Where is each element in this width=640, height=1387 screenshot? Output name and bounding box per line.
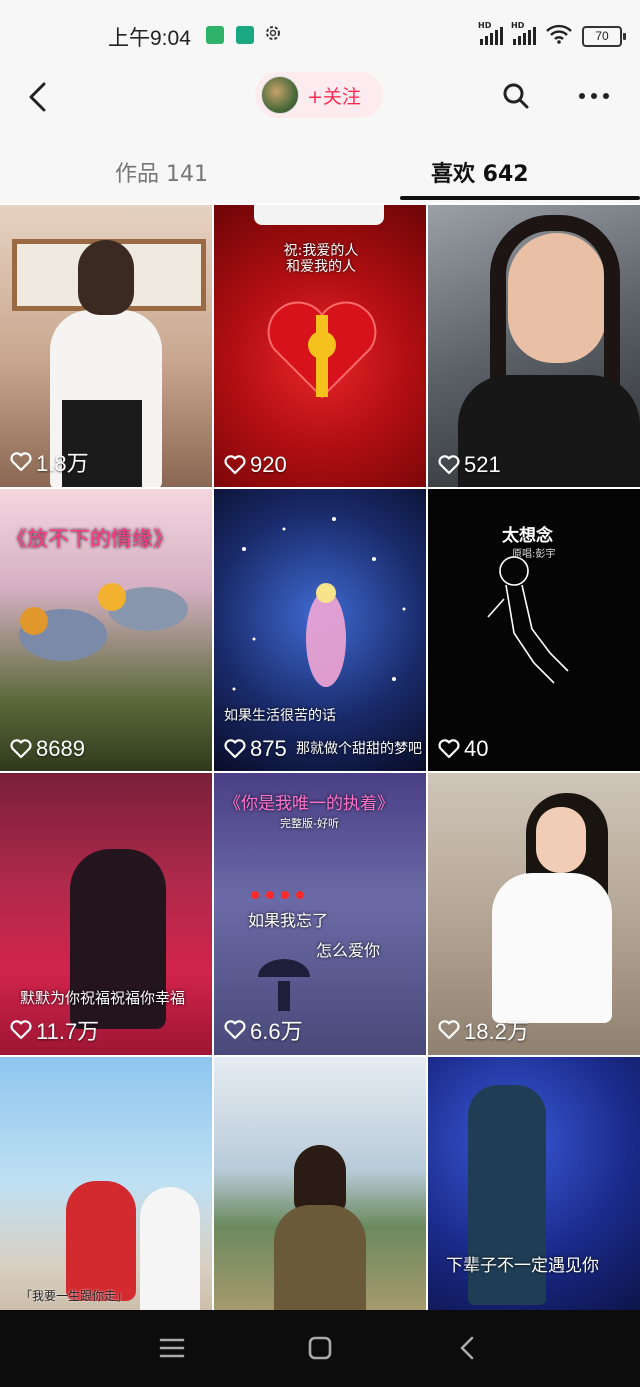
profile-tabs: 作品 141 喜欢 642 [0, 128, 640, 203]
song-title-caption: 《放不下的情缘》 [6, 527, 174, 551]
like-count-value: 920 [250, 452, 287, 477]
video-thumbnail[interactable]: 如果生活很苦的话 那就做个甜甜的梦吧 875 [214, 489, 426, 771]
like-count: 920 [224, 452, 287, 478]
like-count: 8689 [10, 736, 85, 762]
umbrella-figure [254, 955, 314, 1015]
profile-header: +关注 [0, 66, 640, 128]
status-time: 上午9:04 [108, 27, 191, 50]
like-count-value: 875 [250, 736, 287, 761]
tab-works[interactable]: 作品 141 [115, 156, 208, 188]
back-icon[interactable] [454, 1334, 482, 1366]
heart-icon [224, 739, 246, 759]
lyric-caption: 下辈子不一定遇见你 [446, 1256, 599, 1276]
more-options-icon[interactable] [577, 82, 611, 110]
message-notification-icon [236, 26, 254, 44]
like-count-value: 40 [464, 736, 489, 761]
battery-icon: 70 [582, 25, 626, 47]
follow-label: +关注 [307, 85, 361, 108]
like-count: 521 [438, 452, 501, 478]
status-bar: 上午9:04 HD HD 70 [0, 0, 640, 66]
tab-likes[interactable]: 喜欢 642 [431, 156, 529, 188]
menu-icon[interactable] [158, 1334, 186, 1366]
heart-icon [10, 452, 32, 472]
song-subtitle-caption: 完整版-好听 [280, 817, 339, 830]
like-count: 40 [438, 736, 488, 762]
video-thumbnail[interactable]: 18.2万 [428, 773, 640, 1055]
video-thumbnail[interactable]: 太想念 原唱:彭宇 40 [428, 489, 640, 771]
avatar[interactable] [261, 76, 299, 114]
video-thumbnail[interactable]: 祝:我爱的人 和爱我的人 920 [214, 205, 426, 487]
lyric-caption-2: 怎么爱你 [316, 941, 381, 960]
like-count-value: 18.2万 [464, 1019, 529, 1044]
dancer-partner [140, 1187, 200, 1310]
like-count: 18.2万 [438, 1014, 529, 1046]
lyric-caption: 默默为你祝福祝福你幸福 [20, 989, 186, 1007]
heart-icon [438, 1020, 460, 1040]
like-count-value: 8689 [36, 736, 85, 761]
bird-graphic [8, 575, 198, 695]
lyric-caption-2: 那就做个甜甜的梦吧 [296, 741, 422, 757]
dancer-figure [66, 1181, 136, 1301]
heart-icon [10, 1020, 32, 1040]
heart-icon [224, 1020, 246, 1040]
lyric-caption: 「我要一生跟你走」 [20, 1289, 129, 1303]
banner [254, 205, 384, 225]
wifi-icon [546, 24, 572, 48]
settings-gear-icon [264, 24, 282, 46]
like-count: 1.8万 [10, 446, 89, 478]
starry-sparkles [214, 489, 426, 771]
like-count: 6.6万 [224, 1014, 303, 1046]
like-count: 875 [224, 736, 287, 762]
heart-icon [438, 455, 460, 475]
heart-icon [438, 739, 460, 759]
video-thumbnail[interactable] [214, 1057, 426, 1310]
signal-strength-icon-1: HD [478, 21, 503, 45]
song-title-caption: 太想念 [502, 526, 553, 546]
like-count: 11.7万 [10, 1014, 99, 1046]
signal-strength-icon-2: HD [511, 21, 536, 45]
greeting-caption: 祝:我爱的人 和爱我的人 [283, 243, 359, 275]
like-count-value: 521 [464, 452, 501, 477]
person-head [78, 240, 134, 315]
video-thumbnail[interactable]: 《你是我唯一的执着》 完整版-好听 如果我忘了 怎么爱你 6.6万 [214, 773, 426, 1055]
lyric-caption: 如果我忘了 [248, 911, 329, 930]
video-thumbnail[interactable]: 「我要一生跟你走」 [0, 1057, 212, 1310]
search-icon[interactable] [502, 82, 530, 110]
video-thumbnail[interactable]: 521 [428, 205, 640, 487]
person-face [536, 807, 586, 873]
back-arrow-icon[interactable] [24, 80, 54, 114]
video-thumbnail[interactable]: 1.8万 [0, 205, 212, 487]
like-count-value: 11.7万 [36, 1019, 100, 1044]
video-thumbnail[interactable]: 《放不下的情缘》 8689 [0, 489, 212, 771]
video-grid: 1.8万 祝:我爱的人 和爱我的人 920 521 《放不下的情缘》 8689 … [0, 205, 640, 1310]
dot-row [250, 885, 310, 899]
like-count-value: 1.8万 [36, 451, 89, 476]
follow-button[interactable]: +关注 [255, 72, 383, 118]
heart-gift-graphic [266, 301, 378, 401]
person-shirt [492, 873, 612, 1023]
video-thumbnail[interactable]: 默默为你祝福祝福你幸福 11.7万 [0, 773, 212, 1055]
song-title-caption: 《你是我唯一的执着》 [224, 794, 394, 814]
like-count-value: 6.6万 [250, 1019, 303, 1044]
person-dress [274, 1205, 366, 1310]
home-icon[interactable] [306, 1334, 334, 1366]
active-tab-indicator [400, 196, 640, 200]
app-notification-icon [206, 26, 224, 44]
heart-icon [224, 455, 246, 475]
figure-line-drawing [484, 553, 584, 693]
lyric-caption: 如果生活很苦的话 [224, 708, 336, 724]
video-thumbnail[interactable]: 下辈子不一定遇见你 [428, 1057, 640, 1310]
system-navigation-bar [0, 1310, 640, 1387]
heart-icon [10, 739, 32, 759]
